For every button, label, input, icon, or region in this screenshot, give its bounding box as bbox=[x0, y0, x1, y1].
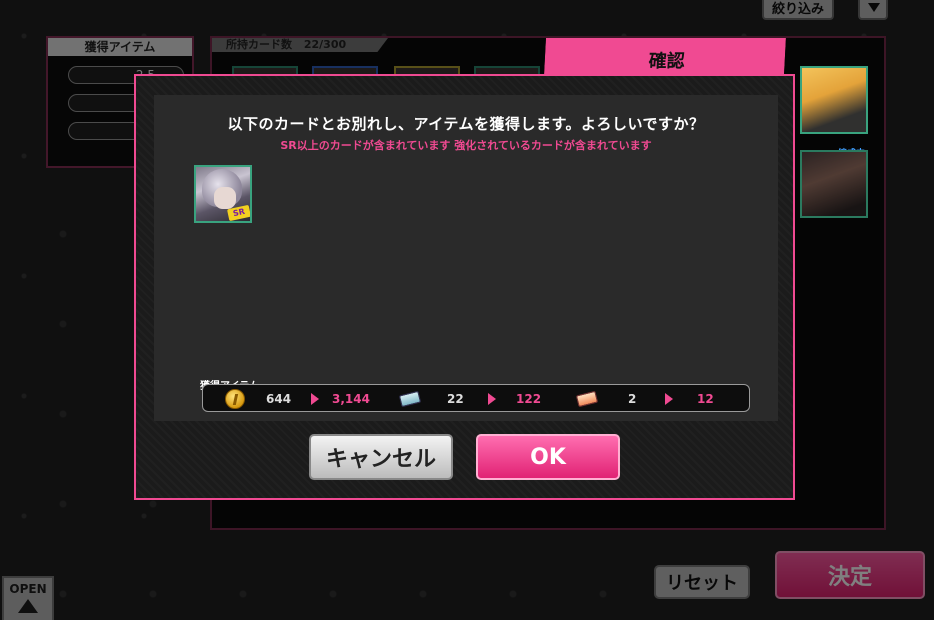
blue-ticket-after: 122 bbox=[516, 392, 542, 406]
arrow-right-icon bbox=[488, 393, 496, 405]
coin-icon bbox=[225, 389, 245, 409]
decide-button[interactable]: 決定 bbox=[775, 551, 925, 599]
open-button[interactable]: OPEN bbox=[2, 576, 54, 620]
dialog-title-tab: 確認 bbox=[544, 38, 786, 74]
card-count-value: 22/300 bbox=[303, 38, 347, 51]
screen: 絞り込み 獲得アイテム 2,5 10 1( 所持カード数 22/300 編成中 … bbox=[0, 0, 934, 620]
open-label: OPEN bbox=[9, 582, 47, 596]
card-count-tab: 所持カード数 22/300 bbox=[212, 38, 388, 52]
red-ticket-after: 12 bbox=[697, 392, 714, 406]
coin-before: 644 bbox=[266, 392, 292, 406]
ok-button[interactable]: OK bbox=[476, 434, 620, 480]
acquired-items-title: 獲得アイテム bbox=[48, 38, 192, 56]
red-ticket-before: 2 bbox=[628, 392, 637, 406]
coin-after: 3,144 bbox=[332, 392, 370, 406]
triangle-up-icon bbox=[18, 599, 38, 613]
card-count-label: 所持カード数 bbox=[226, 38, 292, 51]
selected-card: SR bbox=[194, 165, 252, 223]
dialog-content: 以下のカードとお別れし、アイテムを獲得します。よろしいですか？ SR以上のカード… bbox=[154, 95, 778, 421]
confirm-dialog: 以下のカードとお別れし、アイテムを獲得します。よろしいですか？ SR以上のカード… bbox=[134, 74, 795, 500]
cancel-button[interactable]: キャンセル bbox=[309, 434, 453, 480]
card-portrait[interactable] bbox=[800, 150, 868, 218]
blue-ticket-before: 22 bbox=[447, 392, 464, 406]
items-summary-bar: 644 3,144 22 122 2 12 bbox=[202, 384, 750, 412]
card-art-face bbox=[214, 187, 236, 209]
dialog-title: 確認 bbox=[648, 51, 686, 72]
red-ticket-icon bbox=[575, 390, 599, 408]
confirm-message: 以下のカードとお別れし、アイテムを獲得します。よろしいですか？ bbox=[227, 115, 705, 133]
arrow-right-icon bbox=[665, 393, 673, 405]
sort-toggle-button[interactable] bbox=[858, 0, 888, 20]
arrow-right-icon bbox=[311, 393, 319, 405]
card-portrait[interactable] bbox=[800, 66, 868, 134]
warning-message: SR以上のカードが含まれています 強化されているカードが含まれています bbox=[280, 139, 652, 152]
filter-button[interactable]: 絞り込み bbox=[762, 0, 834, 20]
reset-button[interactable]: リセット bbox=[654, 565, 750, 599]
blue-ticket-icon bbox=[398, 390, 422, 408]
